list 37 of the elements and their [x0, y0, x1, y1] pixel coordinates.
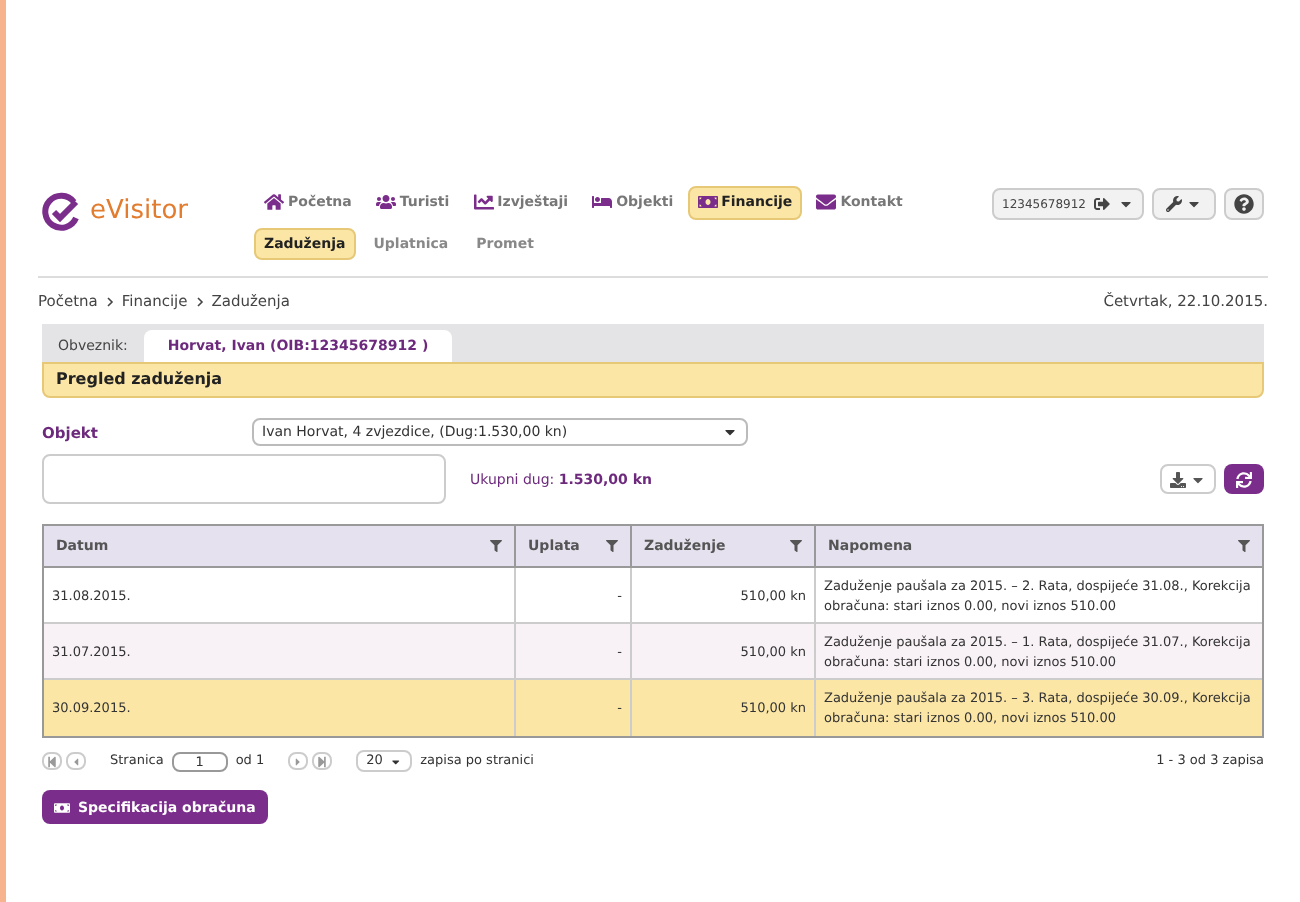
note-field[interactable] [42, 454, 446, 505]
filter-icon [1238, 540, 1250, 553]
next-icon [292, 755, 305, 768]
check-circle-icon [42, 192, 82, 232]
caret-icon [722, 424, 738, 441]
refresh-icon [1236, 471, 1252, 488]
export-button[interactable] [1160, 464, 1216, 495]
previous-page-button[interactable] [66, 752, 86, 771]
first-page-icon [46, 755, 58, 768]
filter-icon [790, 540, 802, 553]
bed-icon [592, 192, 613, 213]
filter-icon [490, 540, 502, 553]
filter-icon [606, 540, 618, 553]
wrench-icon [1166, 196, 1182, 212]
users-icon [375, 192, 396, 213]
chevron-icon [195, 295, 204, 308]
caret-icon [390, 755, 403, 768]
logout-icon [1094, 196, 1110, 212]
banknote-icon [697, 192, 718, 213]
download-icon [1170, 471, 1186, 488]
home-icon [264, 192, 284, 213]
envelope-icon [816, 192, 837, 213]
caret-icon [1186, 196, 1202, 212]
last-page-icon [316, 755, 329, 768]
refresh-button[interactable] [1224, 464, 1264, 495]
next-page-button[interactable] [288, 752, 309, 771]
chevron-icon [105, 295, 114, 308]
previous-icon [70, 755, 82, 768]
settings-button[interactable] [1152, 188, 1216, 220]
help-icon [1234, 194, 1254, 214]
first-page-button[interactable] [42, 752, 62, 771]
help-button[interactable] [1224, 188, 1264, 220]
banknote-icon [54, 799, 70, 816]
section-title: Pregled zaduženja [42, 362, 1264, 399]
chart-icon [473, 192, 494, 213]
last-page-button[interactable] [312, 752, 333, 771]
caret-icon [1118, 196, 1134, 212]
